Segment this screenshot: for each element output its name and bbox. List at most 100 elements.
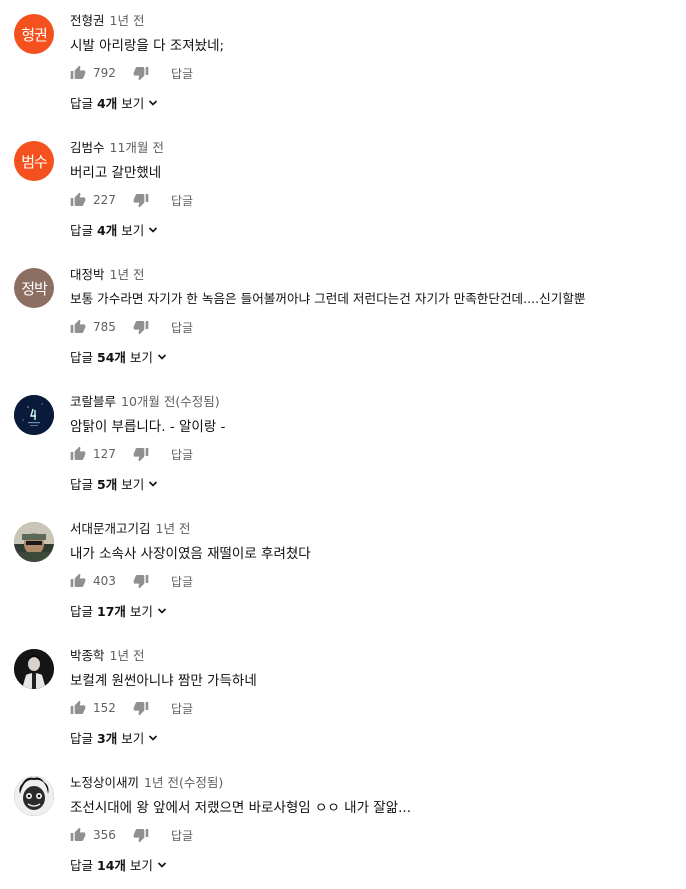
comment-time[interactable]: 1년 전 [110,267,145,282]
author-name[interactable]: 김범수 [70,140,105,155]
thumbs-up-icon[interactable] [70,192,86,208]
avatar-initials: 정박 [21,279,48,298]
reply-button[interactable]: 답글 [171,446,193,463]
view-replies-button[interactable]: 답글 54개 보기 [70,347,167,366]
view-replies-lead: 답글 [70,223,94,238]
author-name[interactable]: 대정박 [70,267,105,282]
avatar[interactable]: 형권 [14,14,54,54]
avatar[interactable] [14,395,54,435]
avatar-initials: 범수 [21,152,48,171]
thumbs-down-icon[interactable] [133,446,149,462]
thumbs-up-icon[interactable] [70,827,86,843]
comment-thread: 박종학 1년 전 보컬계 원썬아니냐 짬만 가득하네 152 답글 답글 3개 보기 [0,635,686,762]
chevron-down-icon [149,734,158,741]
comment-text: 보통 가수라면 자기가 한 녹음은 들어볼꺼아냐 그런데 저런다는건 자기가 만… [70,291,586,306]
avatar-image [14,776,54,816]
reply-button[interactable]: 답글 [171,65,193,82]
reply-button[interactable]: 답글 [171,827,193,844]
author-name[interactable]: 노정상이새끼 [70,775,139,790]
like-count: 792 [93,66,116,80]
view-replies-tail: 보기 [129,858,153,873]
comment-text: 암탉이 부릅니다. - 알이랑 - [70,419,226,435]
view-replies-button[interactable]: 답글 14개 보기 [70,855,167,874]
view-replies-count: 4개 [97,223,118,238]
thumbs-up-icon[interactable] [70,65,86,81]
comment-text: 보컬계 원썬아니냐 짬만 가득하네 [70,673,257,689]
comment-header: 김범수 11개월 전 [70,137,164,156]
reply-button[interactable]: 답글 [171,700,193,717]
chevron-down-icon [149,226,158,233]
comment-time[interactable]: 1년 전 [156,521,191,536]
chevron-down-icon [157,861,167,868]
avatar[interactable] [14,776,54,816]
view-replies-lead: 답글 [70,350,94,365]
view-replies-tail: 보기 [121,731,145,746]
comment-actions: 792 답글 [70,63,193,83]
thumbs-down-icon[interactable] [133,827,149,843]
thumbs-down-icon[interactable] [133,700,149,716]
thumbs-up-icon[interactable] [70,446,86,462]
view-replies-button[interactable]: 답글 5개 보기 [70,474,158,493]
comment-header: 서대문개고기김 1년 전 [70,518,190,537]
chevron-down-icon [157,353,167,360]
view-replies-lead: 답글 [70,731,94,746]
reply-button[interactable]: 답글 [171,192,193,209]
view-replies-button[interactable]: 답글 3개 보기 [70,728,158,747]
like-count: 403 [93,574,116,588]
view-replies-tail: 보기 [121,96,145,111]
chevron-down-icon [149,99,158,106]
comment-time[interactable]: 10개월 전(수정됨) [121,394,220,409]
thumbs-up-icon[interactable] [70,319,86,335]
avatar[interactable]: 범수 [14,141,54,181]
view-replies-button[interactable]: 답글 17개 보기 [70,601,167,620]
thumbs-up-icon[interactable] [70,573,86,589]
thumbs-down-icon[interactable] [133,573,149,589]
thumbs-down-icon[interactable] [133,319,149,335]
comment-actions: 403 답글 [70,571,193,591]
thumbs-down-icon[interactable] [133,192,149,208]
view-replies-count: 5개 [97,477,118,492]
avatar[interactable]: 정박 [14,268,54,308]
author-name[interactable]: 코랄블루 [70,394,116,409]
like-count: 227 [93,193,116,207]
comment-header: 전형권 1년 전 [70,10,144,29]
author-name[interactable]: 전형권 [70,13,105,28]
comment-time[interactable]: 11개월 전 [110,140,164,155]
comment-thread: 형권 전형권 1년 전 시발 아리랑을 다 조져놨네; 792 답글 답글 4개 보기 [0,0,686,127]
comment-text: 내가 소속사 사장이였음 재떨이로 후려쳤다 [70,546,311,562]
comment-actions: 127 답글 [70,444,193,464]
avatar-initials: 형권 [21,25,48,44]
comment-time[interactable]: 1년 전 [110,648,145,663]
view-replies-lead: 답글 [70,477,94,492]
view-replies-tail: 보기 [129,350,153,365]
avatar-image [14,522,54,562]
author-name[interactable]: 박종학 [70,648,105,663]
view-replies-count: 54개 [97,350,126,365]
view-replies-button[interactable]: 답글 4개 보기 [70,93,158,112]
view-replies-count: 3개 [97,731,118,746]
comment-actions: 785 답글 [70,317,193,337]
reply-button[interactable]: 답글 [171,319,193,336]
comment-actions: 356 답글 [70,825,193,845]
avatar-image [14,649,54,689]
view-replies-button[interactable]: 답글 4개 보기 [70,220,158,239]
chevron-down-icon [157,607,167,614]
view-replies-lead: 답글 [70,96,94,111]
comment-header: 대정박 1년 전 [70,264,144,283]
view-replies-tail: 보기 [129,604,153,619]
thumbs-down-icon[interactable] [133,65,149,81]
like-count: 785 [93,320,116,334]
comment-actions: 227 답글 [70,190,193,210]
comment-time[interactable]: 1년 전 [110,13,145,28]
comment-thread: 노정상이새끼 1년 전(수정됨) 조선시대에 왕 앞에서 저랬으면 바로사형임 ㅇ… [0,762,686,889]
view-replies-lead: 답글 [70,858,94,873]
thumbs-up-icon[interactable] [70,700,86,716]
avatar[interactable] [14,649,54,689]
author-name[interactable]: 서대문개고기김 [70,521,151,536]
comment-header: 노정상이새끼 1년 전(수정됨) [70,772,223,791]
reply-button[interactable]: 답글 [171,573,193,590]
view-replies-count: 4개 [97,96,118,111]
avatar[interactable] [14,522,54,562]
comment-time[interactable]: 1년 전(수정됨) [144,775,223,790]
comment-text: 시발 아리랑을 다 조져놨네; [70,38,225,54]
